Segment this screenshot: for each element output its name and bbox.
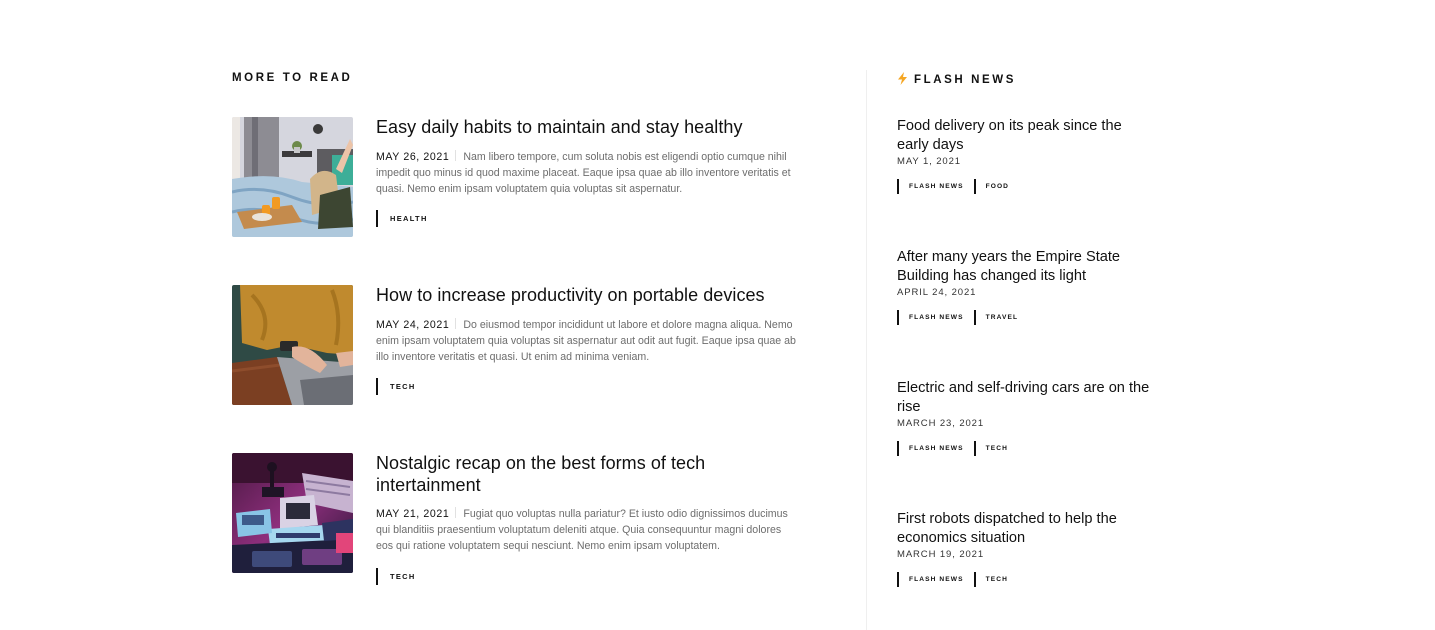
tag-flash-news[interactable]: FLASH NEWS	[897, 310, 964, 325]
post-body: Nostalgic recap on the best forms of tec…	[376, 453, 806, 585]
post-body: Easy daily habits to maintain and stay h…	[376, 117, 806, 228]
post-body: How to increase productivity on portable…	[376, 285, 806, 396]
flash-news-headline[interactable]: Electric and self-driving cars are on th…	[897, 379, 1157, 417]
flash-news-date: APRIL 24, 2021	[897, 287, 977, 298]
tag-flash-news[interactable]: FLASH NEWS	[897, 441, 964, 456]
flash-news-tags: FLASH NEWS TRAVEL	[897, 310, 1157, 325]
tag-flash-news[interactable]: FLASH NEWS	[897, 179, 964, 194]
post-title[interactable]: Nostalgic recap on the best forms of tec…	[376, 453, 806, 496]
retro-computers-neon-image	[232, 453, 353, 573]
lightning-bolt-icon	[898, 72, 907, 85]
flash-news-title: FLASH NEWS	[897, 72, 1016, 86]
tag-tech[interactable]: TECH	[376, 378, 416, 396]
flash-news-tags: FLASH NEWS TECH	[897, 572, 1157, 587]
flash-news-date: MAY 1, 2021	[897, 156, 961, 167]
woman-breakfast-in-bed-image	[232, 117, 353, 237]
section-title: MORE TO READ	[232, 72, 353, 84]
flash-news-headline[interactable]: After many years the Empire State Buildi…	[897, 248, 1157, 286]
tag-flash-news[interactable]: FLASH NEWS	[897, 572, 964, 587]
flash-news-item: After many years the Empire State Buildi…	[897, 248, 1157, 325]
tag-tech[interactable]: TECH	[973, 572, 1008, 587]
tag-tech[interactable]: TECH	[376, 567, 416, 585]
post-tags: TECH	[376, 378, 806, 396]
flash-news-date: MARCH 19, 2021	[897, 549, 985, 560]
flash-news-item: Electric and self-driving cars are on th…	[897, 379, 1157, 456]
post-date: MAY 24, 2021	[376, 318, 450, 331]
flash-news-tags: FLASH NEWS TECH	[897, 441, 1157, 456]
flash-news-item: First robots dispatched to help the econ…	[897, 510, 1157, 587]
date-separator	[455, 507, 457, 518]
column-divider	[866, 70, 867, 630]
flash-news-title-text: FLASH NEWS	[914, 74, 1017, 86]
post-tags: HEALTH	[376, 210, 806, 228]
post-thumbnail-breakfast[interactable]	[232, 117, 353, 237]
hands-typing-laptop-image	[232, 285, 353, 405]
flash-news-date: MARCH 23, 2021	[897, 418, 985, 429]
post-title[interactable]: How to increase productivity on portable…	[376, 285, 806, 307]
post-date: MAY 21, 2021	[376, 508, 450, 520]
date-separator	[455, 317, 457, 329]
post-excerpt: MAY 24, 2021 Do eiusmod tempor incididunt…	[376, 317, 801, 366]
post-date: MAY 26, 2021	[376, 150, 450, 163]
tag-travel[interactable]: TRAVEL	[973, 310, 1019, 325]
flash-news-headline[interactable]: First robots dispatched to help the econ…	[897, 510, 1157, 548]
post-title[interactable]: Easy daily habits to maintain and stay h…	[376, 117, 806, 139]
post-thumbnail-laptop[interactable]	[232, 285, 353, 405]
post-excerpt: MAY 21, 2021 Fugiat quo voluptas nulla pa…	[376, 506, 801, 555]
flash-news-headline[interactable]: Food delivery on its peak since the earl…	[897, 117, 1157, 155]
tag-food[interactable]: FOOD	[973, 179, 1009, 194]
tag-health[interactable]: HEALTH	[376, 210, 428, 228]
date-separator	[455, 149, 457, 161]
post-tags: TECH	[376, 567, 806, 585]
flash-news-tags: FLASH NEWS FOOD	[897, 179, 1157, 194]
post-excerpt: MAY 26, 2021 Nam libero tempore, cum solu…	[376, 149, 801, 198]
flash-news-item: Food delivery on its peak since the earl…	[897, 117, 1157, 194]
tag-tech[interactable]: TECH	[973, 441, 1008, 456]
post-thumbnail-retro-tech[interactable]	[232, 453, 353, 573]
